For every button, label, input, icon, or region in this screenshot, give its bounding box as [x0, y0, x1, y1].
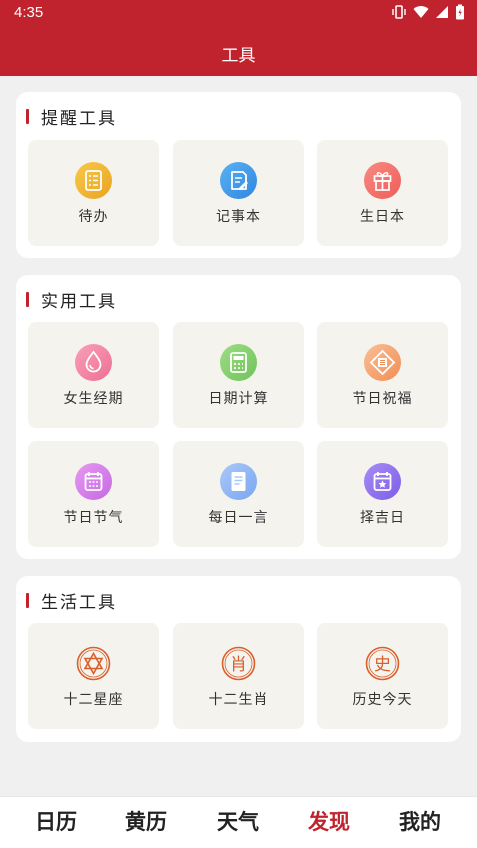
document-icon [220, 463, 257, 500]
section-header: 生活工具 [26, 590, 117, 613]
section-reminder-tools: 提醒工具 待办 记事本 生日本 [16, 92, 461, 258]
section-accent-bar [26, 108, 29, 124]
drop-icon [75, 344, 112, 381]
section-header: 实用工具 [26, 289, 117, 312]
tool-label: 生日本 [360, 209, 405, 225]
status-icons [391, 4, 465, 20]
status-bar: 4:35 [0, 0, 477, 26]
nav-almanac[interactable]: 黄历 [106, 806, 186, 836]
festival-blessing-icon [364, 344, 401, 381]
calendar-star-icon [364, 463, 401, 500]
tool-constellations[interactable]: 十二星座 [28, 623, 159, 729]
calendar-icon [75, 463, 112, 500]
tool-label: 节日祝福 [352, 391, 413, 407]
section-header: 提醒工具 [26, 106, 117, 129]
page-title: 工具 [221, 46, 256, 66]
tool-label: 待办 [78, 209, 109, 225]
battery-icon [456, 4, 464, 20]
nav-mine[interactable]: 我的 [380, 806, 460, 836]
tool-period-tracker[interactable]: 女生经期 [28, 322, 159, 428]
tool-label: 十二星座 [63, 692, 124, 708]
section-life-tools: 生活工具 十二星座 肖 十二生肖 史 历史今天 [16, 576, 461, 742]
section-title: 提醒工具 [41, 108, 117, 129]
tool-notebook[interactable]: 记事本 [173, 140, 304, 246]
vibrate-icon [392, 5, 406, 19]
todo-list-icon [75, 162, 112, 199]
tool-label: 记事本 [216, 209, 261, 225]
nav-weather[interactable]: 天气 [198, 806, 278, 836]
gift-icon [364, 162, 401, 199]
bottom-navigation: 日历 黄历 天气 发现 我的 [0, 796, 477, 848]
tool-history-today[interactable]: 史 历史今天 [317, 623, 448, 729]
section-title: 实用工具 [41, 291, 117, 312]
section-title: 生活工具 [41, 592, 117, 613]
tool-label: 择吉日 [360, 510, 405, 526]
tool-festivals-solar-terms[interactable]: 节日节气 [28, 441, 159, 547]
calculator-icon [220, 344, 257, 381]
tool-todo[interactable]: 待办 [28, 140, 159, 246]
zodiac-glyph: 肖 [230, 655, 247, 675]
tool-daily-quote[interactable]: 每日一言 [173, 441, 304, 547]
section-accent-bar [26, 291, 29, 307]
tool-birthday-book[interactable]: 生日本 [317, 140, 448, 246]
app-header: 4:35 工具 [0, 0, 477, 76]
wifi-icon [413, 6, 429, 19]
signal-icon [436, 6, 448, 18]
tool-label: 每日一言 [208, 510, 269, 526]
tool-label: 节日节气 [63, 510, 124, 526]
tool-festival-blessings[interactable]: 节日祝福 [317, 322, 448, 428]
section-accent-bar [26, 592, 29, 608]
status-time: 4:35 [14, 4, 44, 21]
tool-label: 日期计算 [208, 391, 269, 407]
history-glyph: 史 [374, 655, 391, 675]
tool-chinese-zodiac[interactable]: 肖 十二生肖 [173, 623, 304, 729]
nav-calendar[interactable]: 日历 [16, 806, 96, 836]
tool-label: 女生经期 [63, 391, 124, 407]
tool-label: 历史今天 [352, 692, 413, 708]
notebook-icon [220, 162, 257, 199]
zodiac-xiao-icon: 肖 [221, 646, 256, 681]
nav-discover[interactable]: 发现 [289, 806, 369, 836]
tool-label: 十二生肖 [208, 692, 269, 708]
star-of-david-icon [76, 646, 111, 681]
history-shi-icon: 史 [365, 646, 400, 681]
tool-date-calculator[interactable]: 日期计算 [173, 322, 304, 428]
section-practical-tools: 实用工具 女生经期 日期计算 节日祝福 节日节气 每日一言 择吉日 [16, 275, 461, 559]
tool-auspicious-day[interactable]: 择吉日 [317, 441, 448, 547]
